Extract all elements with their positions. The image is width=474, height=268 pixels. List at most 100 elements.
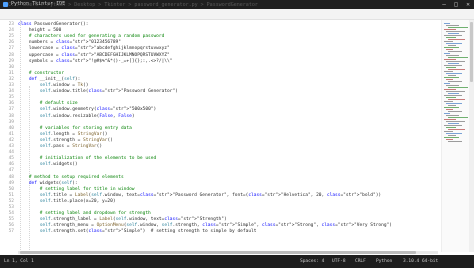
minimap-line xyxy=(446,55,459,56)
status-bar: Ln 1, Col 1 Spaces: 4 UTF-8 CRLF Python … xyxy=(0,255,474,268)
line-number: 38 xyxy=(8,113,14,119)
code-line[interactable]: # method to setup required elements xyxy=(18,175,124,181)
minimap-line xyxy=(446,127,456,128)
code-line[interactable]: self.window.geometry(class="str">"500x50… xyxy=(18,107,157,113)
minimap-line xyxy=(446,67,456,68)
minimap-line xyxy=(448,45,456,46)
minimap-line xyxy=(444,131,453,132)
minimap-line xyxy=(446,85,459,86)
line-ending-status[interactable]: CRLF xyxy=(355,258,366,265)
minimap-line xyxy=(448,141,462,142)
minimap-line xyxy=(448,27,468,28)
minimap-line xyxy=(444,71,453,72)
minimap-line xyxy=(448,57,468,58)
minimap-line xyxy=(444,107,459,108)
minimap-line xyxy=(444,53,450,54)
line-number: 48 xyxy=(8,174,14,180)
code-line[interactable]: uppercase = class="str">"ABCDEFGHIJKLMNO… xyxy=(18,53,170,59)
line-number: 50 xyxy=(8,186,14,192)
minimap[interactable] xyxy=(441,20,470,252)
code-line[interactable]: lowercase = class="str">"abcdefghijklmno… xyxy=(18,46,170,52)
code-editor[interactable]: 23 class PasswordGenerator(): 24 height = … xyxy=(0,20,440,252)
minimap-line xyxy=(448,75,456,76)
minimap-line xyxy=(444,119,456,120)
code-line[interactable]: self.window.resizable(False, False) xyxy=(18,114,135,120)
line-number: 28 xyxy=(8,52,14,58)
line-number: 39 xyxy=(8,119,14,125)
minimap-line xyxy=(444,41,453,42)
minimap-line xyxy=(444,101,453,102)
minimap-line xyxy=(446,103,462,104)
minimap-line xyxy=(446,91,465,92)
minimap-line xyxy=(444,59,456,60)
vertical-scroll-thumb[interactable] xyxy=(470,22,473,82)
code-line[interactable]: def widgets(self): xyxy=(18,181,78,187)
minimap-line xyxy=(448,51,462,52)
code-line[interactable]: self.title = Label(self.window, text=cla… xyxy=(18,193,381,199)
minimap-line xyxy=(444,29,456,30)
minimap-line xyxy=(446,73,462,74)
minimap-line xyxy=(446,109,453,110)
minimize-button[interactable]: – xyxy=(438,0,450,9)
code-line[interactable]: # variables for storing entry data xyxy=(18,126,132,132)
cursor-position[interactable]: Ln 1, Col 1 xyxy=(4,258,34,265)
close-button[interactable]: ✕ xyxy=(462,0,474,9)
indentation-status[interactable]: Spaces: 4 xyxy=(300,258,324,265)
line-number: 40 xyxy=(8,125,14,131)
line-number: 32 xyxy=(8,76,14,82)
line-number: 49 xyxy=(8,180,14,186)
language-mode[interactable]: Python xyxy=(376,258,392,265)
minimap-line xyxy=(444,113,450,114)
code-line[interactable]: symbols = class="str">"!@#$%^&*()-_=+[]{… xyxy=(18,59,173,65)
minimap-line xyxy=(444,23,450,24)
line-number: 30 xyxy=(8,64,14,70)
code-line[interactable]: self.strength.set(class="str">"Simple") … xyxy=(18,229,257,235)
minimap-line xyxy=(444,89,456,90)
encoding-status[interactable]: UTF-8 xyxy=(332,258,346,265)
minimap-line xyxy=(446,43,462,44)
line-number: 27 xyxy=(8,46,14,52)
minimap-line xyxy=(448,135,456,136)
code-line[interactable]: # constructor xyxy=(18,71,64,77)
code-line[interactable]: self.window.title(class="str">"Password … xyxy=(18,89,178,95)
interpreter-version[interactable]: 3.10.4 64-bit xyxy=(403,258,438,265)
minimap-line xyxy=(444,47,459,48)
breadcrumb-path[interactable]: C: > Users > Python > Desktop > Tkinter … xyxy=(8,1,258,9)
minimap-line xyxy=(444,35,462,36)
minimap-line xyxy=(446,79,453,80)
minimap-line xyxy=(444,125,462,126)
code-line[interactable]: # setting label for title in window xyxy=(18,187,135,193)
minimap-line xyxy=(444,137,459,138)
minimap-line xyxy=(446,31,465,32)
minimap-line xyxy=(448,69,465,70)
minimap-line xyxy=(448,117,468,118)
code-line[interactable]: self.length = StringVar() xyxy=(18,132,108,138)
line-number: 51 xyxy=(8,192,14,198)
minimap-line xyxy=(448,63,459,64)
breadcrumb xyxy=(0,9,474,20)
line-number: 52 xyxy=(8,198,14,204)
minimap-line xyxy=(448,87,468,88)
code-line[interactable]: self.pass = StringVar() xyxy=(18,144,102,150)
minimap-line xyxy=(448,111,462,112)
minimap-line xyxy=(446,25,459,26)
minimap-line xyxy=(448,129,465,130)
minimap-line xyxy=(448,105,456,106)
code-line[interactable]: def __init__(self): xyxy=(18,77,81,83)
maximize-button[interactable]: □ xyxy=(450,0,462,9)
minimap-line xyxy=(446,97,456,98)
minimap-line xyxy=(444,65,462,66)
minimap-line xyxy=(444,83,450,84)
code-line[interactable]: self.widgets() xyxy=(18,162,78,168)
horizontal-scroll-thumb[interactable] xyxy=(20,251,416,254)
code-line[interactable]: self.strength = StringVar() xyxy=(18,138,113,144)
minimap-line xyxy=(446,61,465,62)
minimap-line xyxy=(446,133,462,134)
minimap-line xyxy=(446,49,453,50)
minimap-line xyxy=(444,77,459,78)
minimap-line xyxy=(448,33,459,34)
code-line[interactable]: self.title.place(x=20, y=20) xyxy=(18,199,116,205)
line-number: 31 xyxy=(8,70,14,76)
minimap-line xyxy=(446,139,453,140)
minimap-line xyxy=(448,123,459,124)
